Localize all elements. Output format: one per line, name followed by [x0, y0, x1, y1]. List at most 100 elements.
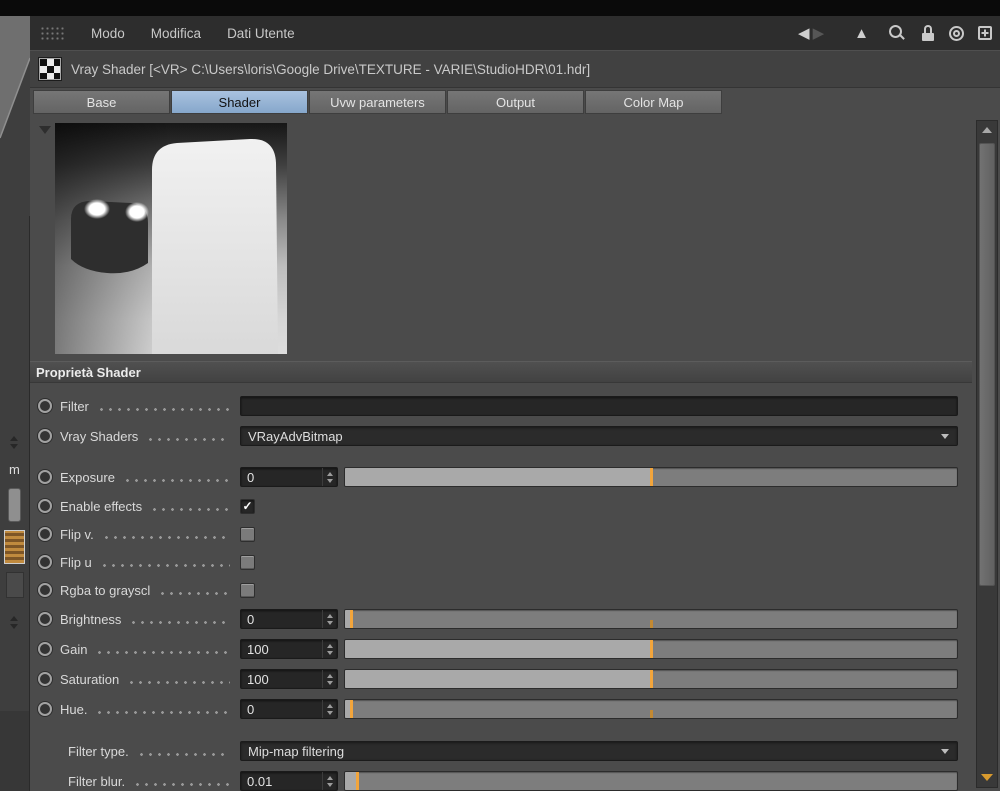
- vray-shaders-dropdown[interactable]: VRayAdvBitmap: [240, 426, 958, 446]
- flip-u-checkbox[interactable]: [240, 554, 255, 570]
- keyframe-circle-icon[interactable]: [38, 470, 52, 484]
- spinner-arrows-icon[interactable]: [322, 670, 337, 688]
- brightness-spinner[interactable]: 0: [240, 609, 338, 629]
- scroll-down-icon[interactable]: [977, 769, 997, 785]
- filter-blur-value[interactable]: 0.01: [241, 772, 322, 790]
- exposure-value[interactable]: 0: [241, 468, 322, 486]
- flip-v-checkbox[interactable]: [240, 526, 255, 542]
- filter-blur-spinner[interactable]: 0.01: [240, 771, 338, 791]
- gain-spinner[interactable]: 100: [240, 639, 338, 659]
- menu-icon-group: ◀ ▶ ▲: [798, 16, 992, 50]
- flip-u-label: Flip u: [60, 554, 92, 570]
- strip-icon[interactable]: [6, 572, 24, 598]
- filter-type-value: Mip-map filtering: [248, 743, 345, 759]
- enable-effects-checkbox[interactable]: ✓: [240, 498, 255, 514]
- keyframe-circle-icon[interactable]: [38, 583, 52, 597]
- record-icon[interactable]: [949, 25, 964, 41]
- keyframe-circle-icon[interactable]: [38, 672, 52, 686]
- dot-leader: [101, 520, 230, 548]
- dot-leader: [95, 694, 230, 724]
- gain-slider[interactable]: [344, 639, 958, 659]
- scroll-up-icon[interactable]: [977, 121, 997, 139]
- exposure-label: Exposure: [60, 469, 115, 485]
- spinner-arrows-icon[interactable]: [322, 610, 337, 628]
- checkerboard-shader-icon: [39, 58, 61, 80]
- lock-icon[interactable]: [921, 25, 935, 41]
- gain-label: Gain: [60, 641, 88, 657]
- saturation-value[interactable]: 100: [241, 670, 322, 688]
- brightness-slider[interactable]: [344, 609, 958, 629]
- scrollbar-thumb[interactable]: [979, 143, 995, 586]
- title-bar: Vray Shader [<VR> C:\Users\loris\Google …: [30, 50, 1000, 88]
- spinner-arrows-icon[interactable]: [322, 468, 337, 486]
- vertical-scrollbar[interactable]: [976, 120, 998, 788]
- left-strip: m: [0, 16, 30, 791]
- grip-icon[interactable]: [40, 25, 66, 41]
- tab-color-map[interactable]: Color Map: [585, 90, 722, 114]
- spinner-arrows-icon[interactable]: [322, 772, 337, 790]
- filter-blur-slider[interactable]: [344, 771, 958, 791]
- spinner-arrows-icon[interactable]: [322, 700, 337, 718]
- up-icon[interactable]: ▲: [854, 26, 869, 41]
- strip-label: m: [9, 462, 20, 477]
- strip-spinner-icon[interactable]: [10, 436, 18, 449]
- rgba-to-grayscl-checkbox[interactable]: [240, 582, 255, 598]
- brightness-value[interactable]: 0: [241, 610, 322, 628]
- param-row-hue: Hue. 0: [30, 694, 972, 724]
- menu-modo[interactable]: Modo: [78, 16, 138, 50]
- gain-value[interactable]: 100: [241, 640, 322, 658]
- tab-output[interactable]: Output: [447, 90, 584, 114]
- keyframe-circle-icon[interactable]: [38, 399, 52, 413]
- tab-uvw-parameters[interactable]: Uvw parameters: [309, 90, 446, 114]
- dot-leader: [96, 391, 230, 421]
- keyframe-circle-icon[interactable]: [38, 555, 52, 569]
- tab-shader[interactable]: Shader: [171, 90, 308, 114]
- menu-dati-utente[interactable]: Dati Utente: [214, 16, 308, 50]
- hue-value[interactable]: 0: [241, 700, 322, 718]
- strip-spinner-icon[interactable]: [10, 616, 18, 629]
- keyframe-circle-icon[interactable]: [38, 429, 52, 443]
- filter-label: Filter: [60, 398, 89, 414]
- param-row-gain: Gain 100: [30, 634, 972, 664]
- dot-leader: [122, 462, 230, 492]
- param-row-filter: Filter: [30, 391, 972, 421]
- viewport-corner: [0, 16, 30, 216]
- dot-leader: [146, 421, 230, 451]
- back-icon[interactable]: ◀: [798, 26, 810, 41]
- hue-spinner[interactable]: 0: [240, 699, 338, 719]
- keyframe-circle-icon[interactable]: [38, 612, 52, 626]
- collapse-arrow-icon[interactable]: [39, 126, 51, 134]
- filter-blur-label: Filter blur.: [68, 773, 126, 789]
- strip-bottom: [0, 711, 29, 791]
- forward-icon[interactable]: ▶: [813, 26, 825, 41]
- tab-base[interactable]: Base: [33, 90, 170, 114]
- keyframe-circle-icon[interactable]: [38, 499, 52, 513]
- search-icon[interactable]: [889, 25, 905, 41]
- chevron-down-icon: [941, 748, 949, 754]
- dot-leader: [136, 736, 230, 766]
- filter-input[interactable]: [240, 396, 958, 416]
- keyframe-circle-icon[interactable]: [38, 702, 52, 716]
- flip-v-label: Flip v.: [60, 526, 94, 542]
- hue-slider[interactable]: [344, 699, 958, 719]
- keyframe-circle-icon[interactable]: [38, 642, 52, 656]
- saturation-spinner[interactable]: 100: [240, 669, 338, 689]
- add-icon[interactable]: [978, 26, 992, 40]
- param-row-filter-type: Filter type. Mip-map filtering: [30, 736, 972, 766]
- menu-modifica[interactable]: Modifica: [138, 16, 214, 50]
- exposure-slider[interactable]: [344, 467, 958, 487]
- saturation-slider[interactable]: [344, 669, 958, 689]
- spinner-arrows-icon[interactable]: [322, 640, 337, 658]
- saturation-label: Saturation: [60, 671, 120, 687]
- exposure-spinner[interactable]: 0: [240, 467, 338, 487]
- dot-leader: [129, 604, 230, 634]
- param-row-flip-u: Flip u: [30, 548, 972, 576]
- keyframe-circle-icon[interactable]: [38, 527, 52, 541]
- filter-type-dropdown[interactable]: Mip-map filtering: [240, 741, 958, 761]
- dot-leader: [158, 576, 230, 604]
- strip-scrollbar-thumb[interactable]: [8, 488, 21, 522]
- material-thumbnail-icon[interactable]: [4, 530, 25, 564]
- section-title: Proprietà Shader: [36, 364, 141, 380]
- tab-bar: Base Shader Uvw parameters Output Color …: [30, 88, 1000, 117]
- vray-shaders-label: Vray Shaders: [60, 428, 139, 444]
